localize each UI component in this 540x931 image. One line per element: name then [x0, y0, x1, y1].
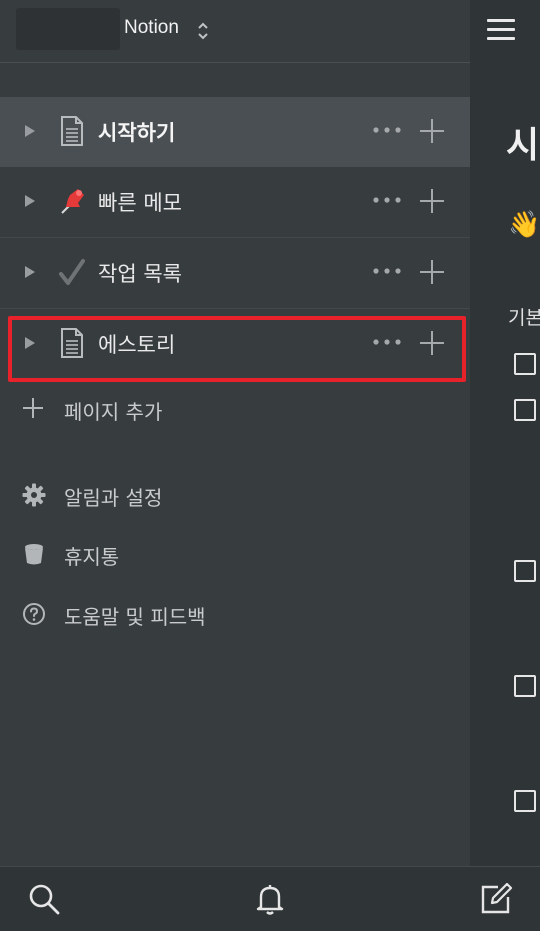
sidebar-page-label: 작업 목록: [98, 262, 182, 286]
add-subpage-icon[interactable]: [419, 188, 445, 214]
add-page-label: 페이지 추가: [64, 400, 163, 424]
trash-icon: [25, 544, 43, 565]
more-options-icon[interactable]: [372, 124, 402, 136]
sidebar-page-label: 빠른 메모: [98, 191, 182, 215]
add-subpage-icon[interactable]: [419, 259, 445, 285]
search-icon[interactable]: [26, 881, 62, 917]
plus-icon: [23, 398, 43, 418]
todo-checkbox[interactable]: [514, 560, 536, 582]
compose-icon[interactable]: [478, 881, 514, 917]
sidebar: Notion 시작하기 빠른 메모 작업 목록 에스토리 페이지 추가 알림과 …: [0, 0, 470, 931]
chevron-up-down-icon[interactable]: [196, 20, 210, 42]
bell-icon[interactable]: [252, 881, 288, 917]
main-content: 시 👋 기본: [470, 0, 540, 931]
trash-menu-item[interactable]: 휴지통: [0, 533, 470, 577]
todo-checkbox[interactable]: [514, 399, 536, 421]
toggle-arrow-icon[interactable]: [25, 266, 35, 278]
more-options-icon[interactable]: [372, 194, 402, 206]
todo-checkbox[interactable]: [514, 675, 536, 697]
help-menu-item[interactable]: 도움말 및 피드백: [0, 593, 470, 637]
toggle-arrow-icon[interactable]: [25, 195, 35, 207]
trash-label: 휴지통: [64, 545, 120, 569]
sidebar-page-task-list[interactable]: 작업 목록: [0, 238, 470, 308]
help-label: 도움말 및 피드백: [64, 605, 206, 629]
page-title: 시: [506, 125, 540, 166]
page-icon: [61, 116, 83, 146]
sidebar-page-label: 시작하기: [98, 121, 176, 145]
workspace-avatar[interactable]: [16, 8, 120, 50]
hamburger-icon[interactable]: [487, 19, 515, 41]
sidebar-page-quick-note[interactable]: 빠른 메모: [0, 167, 470, 237]
settings-menu-item[interactable]: 알림과 설정: [0, 474, 470, 518]
todo-checkbox[interactable]: [514, 790, 536, 812]
settings-label: 알림과 설정: [64, 486, 163, 510]
more-options-icon[interactable]: [372, 265, 402, 277]
add-subpage-icon[interactable]: [419, 118, 445, 144]
toggle-arrow-icon[interactable]: [25, 125, 35, 137]
pushpin-icon: [61, 189, 84, 214]
sidebar-page-getting-started[interactable]: 시작하기: [0, 97, 470, 167]
help-circle-icon: [23, 603, 45, 625]
add-page-button[interactable]: 페이지 추가: [0, 388, 470, 432]
bottom-toolbar: [0, 866, 540, 931]
workspace-name[interactable]: Notion: [124, 17, 179, 39]
section-heading: 기본: [508, 307, 540, 329]
todo-checkbox[interactable]: [514, 353, 536, 375]
wave-emoji-icon: 👋: [508, 210, 540, 240]
sidebar-header: Notion: [0, 0, 470, 63]
checkmark-icon: [59, 259, 85, 285]
gear-icon: [22, 483, 46, 507]
highlight-box: [8, 316, 466, 382]
